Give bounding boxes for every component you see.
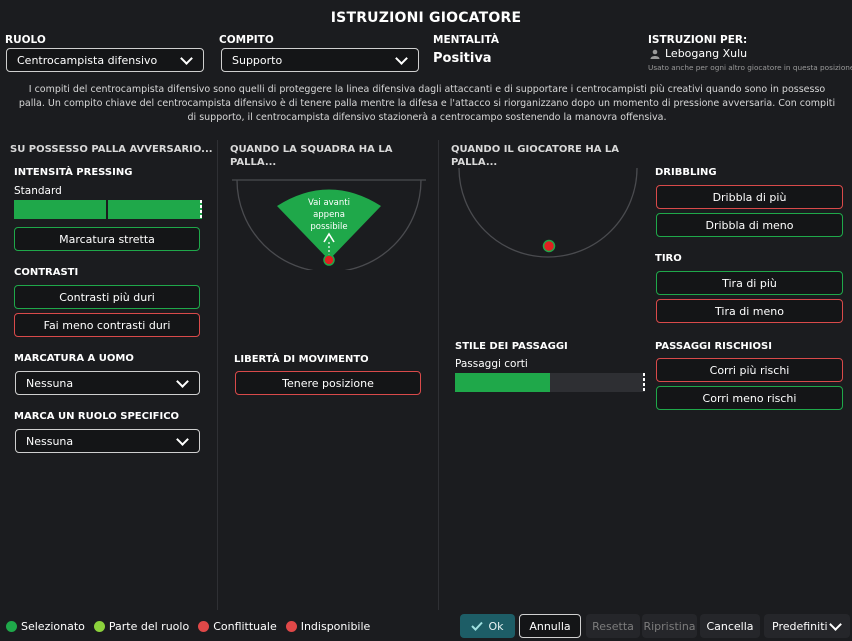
passing-style-slider[interactable]: [455, 373, 645, 392]
duty-label: COMPITO: [219, 34, 274, 46]
ok-button[interactable]: Ok: [460, 614, 515, 638]
defaults-dropdown[interactable]: Predefiniti: [764, 614, 850, 638]
reset-button[interactable]: Resetta: [586, 614, 640, 638]
more-risks-button[interactable]: Corri più rischi: [656, 358, 843, 382]
legend-label: Parte del ruolo: [108, 620, 190, 633]
player-position-marker: [323, 254, 335, 266]
pressing-slider[interactable]: [14, 200, 202, 219]
legend-item-part-of-role: Parte del ruolo: [93, 620, 190, 633]
shoot-less-button[interactable]: Tira di meno: [656, 299, 843, 323]
pitch-diagram: [458, 167, 638, 258]
mark-role-value: Nessuna: [26, 434, 74, 448]
tackle-harder-button[interactable]: Contrasti più duri: [14, 285, 200, 309]
lime-dot-icon: [93, 621, 105, 632]
pressing-slider-fill: [14, 200, 202, 219]
hold-position-button[interactable]: Tenere posizione: [235, 371, 421, 395]
risky-passes-label: PASSAGGI RISCHIOSI: [655, 341, 772, 352]
role-label: RUOLO: [5, 34, 46, 46]
role-select-value: Centrocampista difensivo: [17, 53, 158, 67]
restore-button[interactable]: Ripristina: [642, 614, 697, 638]
man-marking-select[interactable]: Nessuna: [15, 371, 200, 395]
undo-button[interactable]: Annulla: [519, 614, 581, 638]
red-dot-icon: [198, 621, 210, 632]
man-marking-label: MARCATURA A UOMO: [14, 353, 134, 364]
passing-slider-fill: [455, 373, 550, 392]
status-legend: Selezionato Parte del ruolo Conflittuale…: [6, 620, 379, 633]
defaults-label: Predefiniti: [772, 619, 828, 633]
dribble-more-button[interactable]: Dribbla di più: [656, 185, 843, 209]
column-divider: [217, 140, 218, 610]
person-icon: [650, 49, 660, 59]
chevron-down-icon: [180, 51, 193, 65]
red-dot-icon: [285, 621, 297, 632]
legend-label: Selezionato: [21, 620, 85, 633]
player-selector[interactable]: Lebogang Xulu: [650, 47, 747, 60]
legend-label: Conflittuale: [213, 620, 277, 633]
chevron-down-icon: [395, 51, 408, 65]
dribble-less-button[interactable]: Dribbla di meno: [656, 213, 843, 237]
chevron-down-icon: [829, 617, 842, 631]
legend-label: Indisponibile: [300, 620, 371, 633]
column-divider: [438, 140, 439, 610]
less-risks-button[interactable]: Corri meno rischi: [656, 386, 843, 410]
clear-button[interactable]: Cancella: [700, 614, 760, 638]
tackle-less-button[interactable]: Fai meno contrasti duri: [14, 313, 200, 337]
mark-role-label: MARCA UN RUOLO SPECIFICO: [14, 411, 180, 422]
freedom-label: LIBERTÀ DI MOVIMENTO: [234, 354, 369, 365]
tight-marking-button[interactable]: Marcatura stretta: [14, 227, 200, 251]
legend-item-conflicting: Conflittuale: [198, 620, 277, 633]
chevron-down-icon: [176, 374, 189, 388]
duty-select[interactable]: Supporto: [221, 48, 419, 72]
man-marking-value: Nessuna: [26, 376, 74, 390]
mentality-label: MENTALITÀ: [433, 34, 499, 46]
section-header-team-in-possession: QUANDO LA SQUADRA HA LA PALLA...: [230, 144, 393, 168]
slider-handle[interactable]: [643, 373, 645, 392]
passing-style-value: Passaggi corti: [455, 358, 528, 370]
role-select[interactable]: Centrocampista difensivo: [6, 48, 204, 72]
dribbling-label: DRIBBLING: [655, 167, 717, 178]
ok-label: Ok: [488, 619, 504, 633]
duty-select-value: Supporto: [232, 53, 283, 67]
section-header-out-of-possession: SU POSSESSO PALLA AVVERSARIO...: [10, 144, 213, 155]
legend-item-unavailable: Indisponibile: [285, 620, 371, 633]
passing-style-label: STILE DEI PASSAGGI: [455, 341, 568, 352]
slider-divider: [106, 200, 108, 219]
green-dot-icon: [6, 621, 17, 632]
player-name: Lebogang Xulu: [665, 47, 748, 60]
mentality-value: Positiva: [433, 51, 492, 66]
checkmark-icon: [471, 621, 484, 631]
dialog-title: ISTRUZIONI GIOCATORE: [330, 10, 522, 26]
role-description: I compiti del centrocampista difensivo s…: [18, 84, 836, 123]
shooting-label: TIRO: [655, 253, 682, 264]
instructions-for-label: ISTRUZIONI PER:: [648, 34, 748, 46]
applies-note: Usato anche per ogni altro giocatore in …: [648, 63, 852, 72]
player-position-marker: [542, 239, 556, 253]
zone-instruction-text: Vai avanti appena possibile: [308, 198, 350, 232]
legend-item-selected: Selezionato: [6, 620, 85, 633]
pressing-value: Standard: [14, 185, 62, 197]
shoot-more-button[interactable]: Tira di più: [656, 271, 843, 295]
tackling-label: CONTRASTI: [14, 267, 79, 278]
chevron-down-icon: [176, 432, 189, 446]
slider-handle[interactable]: [200, 200, 202, 219]
pressing-label: INTENSITÀ PRESSING: [14, 167, 133, 178]
mark-role-select[interactable]: Nessuna: [15, 429, 200, 453]
